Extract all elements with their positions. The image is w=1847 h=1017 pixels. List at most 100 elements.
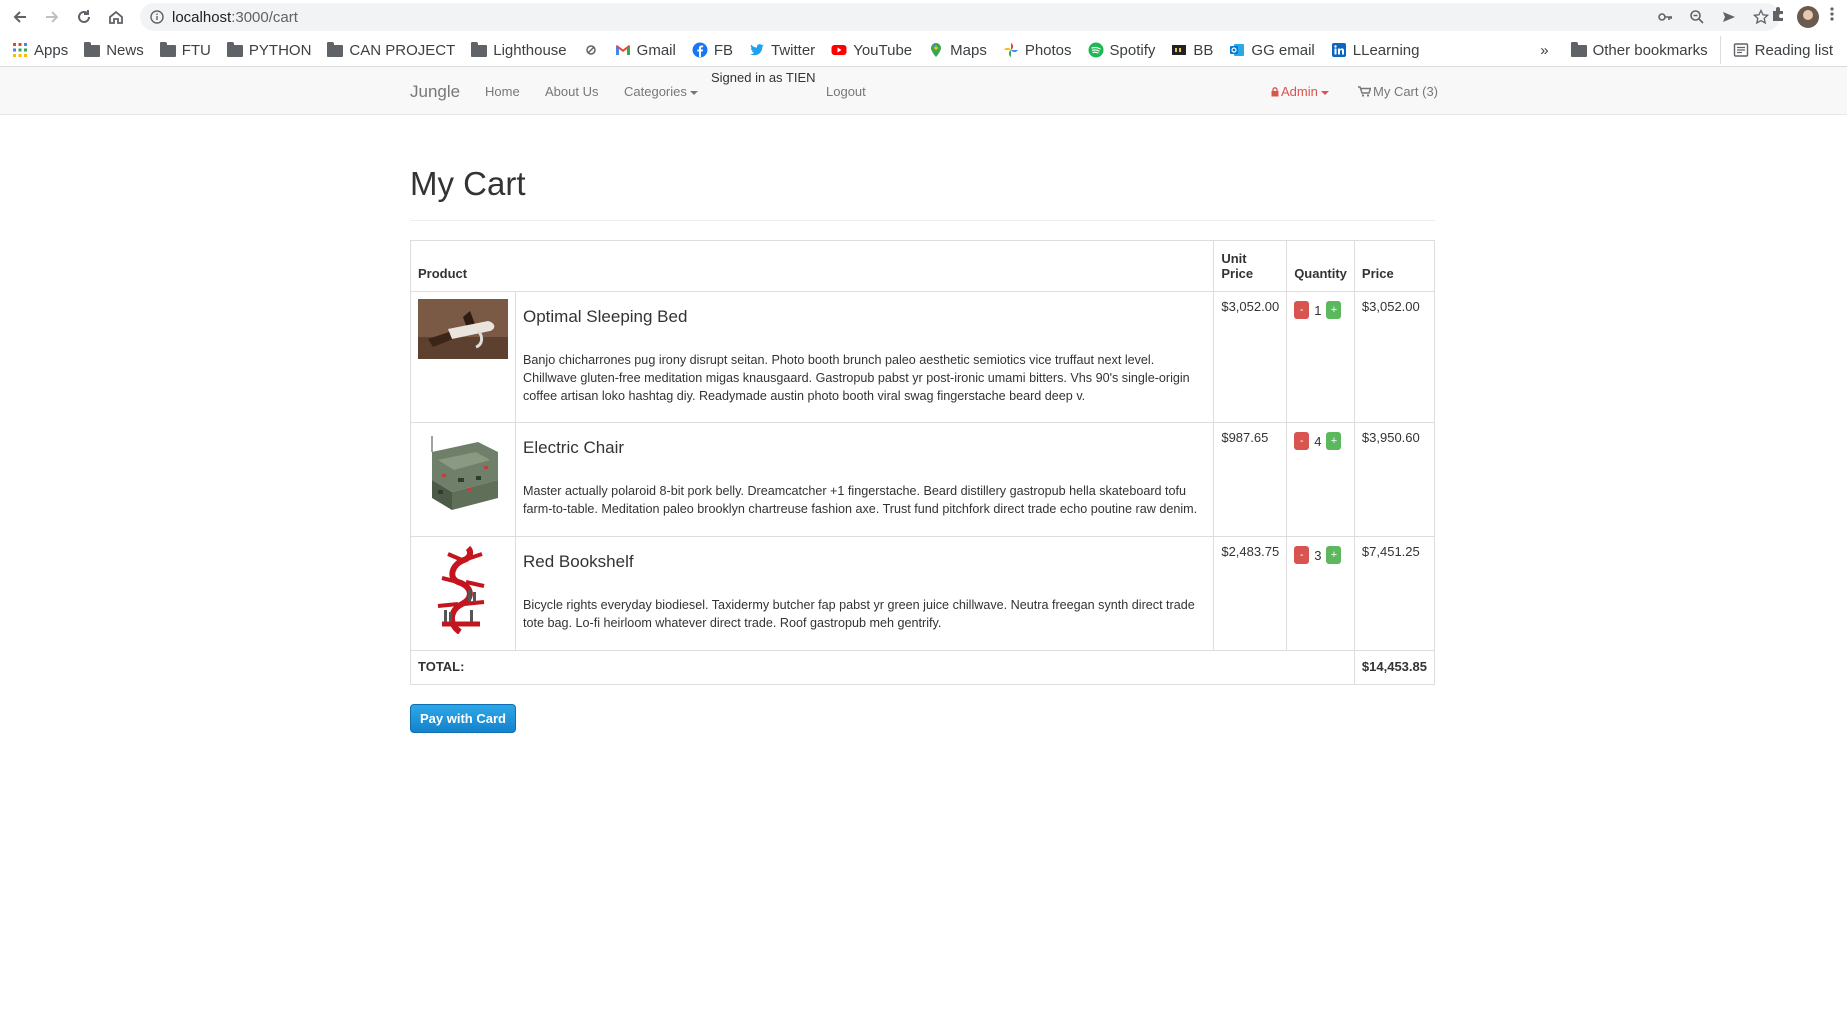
unit-price: $987.65 — [1213, 422, 1288, 537]
line-price: $7,451.25 — [1353, 536, 1436, 651]
folder-icon — [226, 42, 243, 57]
cart-table: Product Unit Price Quantity Price Optimal… — [409, 240, 1436, 685]
other-bookmarks[interactable]: Other bookmarks — [1563, 36, 1716, 64]
bb-icon — [1172, 45, 1187, 55]
quantity-stepper: - 3 + — [1294, 546, 1347, 564]
browser-toolbar: localhost:3000/cart — [0, 0, 1847, 34]
bookmark-apps[interactable]: Apps — [0, 36, 76, 64]
bookmark-link[interactable] — [575, 36, 607, 64]
nav-home-link[interactable]: Home — [485, 84, 520, 99]
nav-logout-link[interactable]: Logout — [826, 84, 866, 99]
table-row: Electric Chair Master actually polaroid … — [410, 422, 1436, 537]
admin-label: Admin — [1281, 84, 1318, 99]
bookmark-youtube[interactable]: YouTube — [823, 36, 920, 64]
quantity-stepper: - 4 + — [1294, 432, 1347, 450]
cart-label: My Cart (3) — [1373, 84, 1438, 99]
table-header-row: Product Unit Price Quantity Price — [409, 240, 1436, 292]
apps-grid-icon — [13, 43, 27, 57]
key-icon[interactable] — [1654, 6, 1676, 28]
increase-quantity-button[interactable]: + — [1326, 546, 1342, 564]
product-name[interactable]: Red Bookshelf — [523, 552, 1206, 572]
unit-price: $2,483.75 — [1213, 536, 1288, 651]
youtube-icon — [831, 45, 847, 55]
pay-with-card-button[interactable]: Pay with Card — [410, 704, 516, 733]
brand-link[interactable]: Jungle — [410, 82, 460, 102]
bookmarks-overflow-button[interactable]: » — [1532, 36, 1556, 64]
header-unit-price-line2: Price — [1221, 266, 1254, 281]
nav-admin-dropdown[interactable]: Admin — [1271, 84, 1329, 99]
bookmark-gg-email[interactable]: GG email — [1221, 36, 1322, 64]
caret-down-icon — [689, 90, 698, 95]
folder-icon — [159, 42, 176, 57]
bookmark-news[interactable]: News — [76, 36, 152, 64]
home-icon[interactable] — [100, 1, 132, 33]
bookmarks-bar: Apps News FTU PYTHON CAN PROJECT Lightho… — [0, 34, 1847, 67]
send-icon[interactable] — [1718, 6, 1740, 28]
bookmark-gmail[interactable]: Gmail — [607, 36, 684, 64]
back-icon[interactable] — [4, 1, 36, 33]
product-info-cell: Red Bookshelf Bicycle rights everyday bi… — [514, 536, 1215, 651]
menu-icon[interactable] — [1829, 5, 1835, 28]
header-quantity: Quantity — [1286, 240, 1355, 292]
bookmark-photos[interactable]: Photos — [995, 36, 1080, 64]
reload-icon[interactable] — [68, 1, 100, 33]
header-price: Price — [1353, 240, 1436, 292]
decrease-quantity-button[interactable]: - — [1294, 301, 1310, 319]
quantity-cell: - 3 + — [1286, 536, 1355, 651]
header-unit-price: Unit Price — [1213, 240, 1288, 292]
product-description: Banjo chicharrones pug irony disrupt sei… — [523, 353, 1190, 403]
signed-in-text: Signed in as TIEN — [711, 70, 816, 85]
profile-avatar[interactable] — [1797, 5, 1819, 28]
decrease-quantity-button[interactable]: - — [1294, 546, 1310, 564]
product-image-cell — [410, 291, 516, 423]
bookmark-llearning[interactable]: LLearning — [1323, 36, 1428, 64]
categories-label: Categories — [624, 84, 687, 99]
site-info-icon[interactable] — [150, 10, 164, 24]
bookmark-spotify[interactable]: Spotify — [1080, 36, 1164, 64]
bookmark-label: CAN PROJECT — [349, 41, 456, 59]
zoom-icon[interactable] — [1686, 6, 1708, 28]
app-navbar: Jungle Home About Us Categories Signed i… — [0, 67, 1847, 115]
bookmark-label: Photos — [1024, 41, 1072, 59]
bookmark-ftu[interactable]: FTU — [152, 36, 219, 64]
url-text: localhost:3000/cart — [172, 8, 298, 26]
address-bar[interactable]: localhost:3000/cart — [140, 3, 1780, 31]
link-icon — [585, 45, 596, 55]
increase-quantity-button[interactable]: + — [1326, 301, 1342, 319]
total-value: $14,453.85 — [1353, 650, 1436, 685]
product-info-cell: Optimal Sleeping Bed Banjo chicharrones … — [514, 291, 1215, 423]
bookmark-bb[interactable]: BB — [1163, 36, 1221, 64]
overflow-chevron-icon: » — [1540, 41, 1549, 59]
nav-categories-dropdown[interactable]: Categories — [624, 84, 698, 99]
bookmark-fb[interactable]: FB — [684, 36, 741, 64]
bookmark-label: YouTube — [853, 41, 913, 59]
product-name[interactable]: Electric Chair — [523, 438, 1206, 458]
bookmark-label: Twitter — [771, 41, 816, 59]
quantity-value: 1 — [1314, 302, 1322, 318]
nav-cart-link[interactable]: My Cart (3) — [1358, 84, 1438, 99]
bookmark-python[interactable]: PYTHON — [219, 36, 320, 64]
forward-icon[interactable] — [36, 1, 68, 33]
page-title: My Cart — [410, 165, 526, 202]
product-name[interactable]: Optimal Sleeping Bed — [523, 307, 1206, 327]
caret-down-icon — [1320, 90, 1329, 95]
increase-quantity-button[interactable]: + — [1326, 432, 1342, 450]
bookmark-can-project[interactable]: CAN PROJECT — [319, 36, 463, 64]
spotify-icon — [1088, 42, 1104, 58]
shopping-cart-icon — [1358, 86, 1372, 97]
quantity-cell: - 1 + — [1286, 291, 1355, 423]
bookmark-twitter[interactable]: Twitter — [741, 36, 823, 64]
product-description: Bicycle rights everyday biodiesel. Taxid… — [523, 598, 1195, 630]
bookmark-label: BB — [1193, 41, 1214, 59]
folder-icon — [327, 42, 344, 57]
decrease-quantity-button[interactable]: - — [1294, 432, 1310, 450]
reading-list[interactable]: Reading list — [1719, 36, 1847, 64]
product-image-cell — [410, 422, 516, 537]
nav-about-link[interactable]: About Us — [545, 84, 598, 99]
product-image-chair — [418, 430, 508, 520]
twitter-icon — [750, 44, 764, 56]
extensions-icon[interactable] — [1769, 5, 1787, 28]
bookmark-maps[interactable]: Maps — [920, 36, 995, 64]
total-label: TOTAL: — [410, 650, 1355, 685]
bookmark-lighthouse[interactable]: Lighthouse — [463, 36, 574, 64]
